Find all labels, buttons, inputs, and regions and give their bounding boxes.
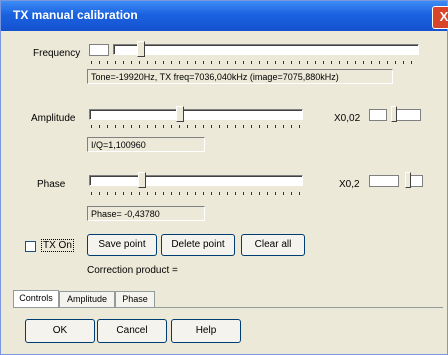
phase-slider-thumb[interactable] [138, 172, 146, 188]
amplitude-step-slider-a[interactable] [369, 109, 387, 121]
title-bar: TX manual calibration [1, 1, 447, 31]
amplitude-multiplier: X0,02 [334, 113, 361, 124]
tx-on-label[interactable]: TX On [41, 239, 74, 252]
correction-product-label: Correction product = [87, 265, 178, 276]
tx-on-checkbox[interactable] [25, 241, 36, 252]
amplitude-step-thumb[interactable] [391, 106, 397, 122]
tab-baseline [13, 307, 443, 308]
amplitude-label: Amplitude [31, 113, 76, 124]
frequency-fine-slider[interactable] [89, 44, 109, 56]
frequency-slider[interactable] [113, 41, 419, 57]
phase-label: Phase [37, 179, 66, 190]
amplitude-slider[interactable] [89, 106, 303, 122]
phase-step-slider-a[interactable] [369, 175, 399, 187]
clear-all-button[interactable]: Clear all [241, 234, 305, 256]
phase-step-thumb[interactable] [405, 172, 411, 188]
amplitude-step-slider-b[interactable] [391, 106, 421, 122]
frequency-readout: Tone=-19920Hz, TX freq=7036,040kHz (imag… [87, 69, 393, 84]
frequency-slider-thumb[interactable] [137, 41, 145, 57]
frequency-ticks [91, 61, 419, 64]
close-icon[interactable]: X [432, 6, 448, 29]
ok-button[interactable]: OK [25, 319, 95, 343]
calibration-window: TX manual calibration X Frequency Tone=-… [0, 0, 448, 355]
save-point-button[interactable]: Save point [87, 234, 157, 256]
help-button[interactable]: Help [171, 319, 241, 343]
cancel-button[interactable]: Cancel [97, 319, 167, 343]
phase-readout: Phase= -0,43780 [87, 206, 205, 221]
tab-phase[interactable]: Phase [115, 291, 155, 307]
tab-controls[interactable]: Controls [13, 290, 59, 307]
delete-point-button[interactable]: Delete point [161, 234, 235, 256]
tab-amplitude[interactable]: Amplitude [59, 291, 115, 307]
amplitude-slider-thumb[interactable] [176, 106, 184, 122]
phase-multiplier: X0,2 [339, 179, 360, 190]
phase-slider[interactable] [89, 172, 303, 188]
phase-ticks [91, 192, 303, 195]
window-title: TX manual calibration [13, 8, 138, 22]
frequency-label: Frequency [33, 48, 81, 59]
amplitude-readout: I/Q=1,100960 [87, 137, 205, 152]
phase-step-slider-b[interactable] [405, 172, 423, 188]
amplitude-ticks [91, 125, 303, 128]
